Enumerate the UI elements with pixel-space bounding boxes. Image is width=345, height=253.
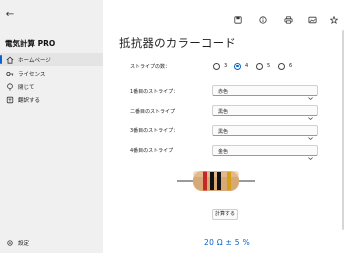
- info-icon: [5, 82, 14, 91]
- save-icon: [234, 9, 242, 28]
- star-icon: [329, 9, 339, 28]
- info-icon: [259, 9, 267, 28]
- scrollbar[interactable]: [342, 30, 344, 230]
- chevron-down-icon: [307, 87, 314, 101]
- resistor-illustration: [177, 167, 255, 195]
- band-4: [227, 172, 231, 190]
- stripe-radio-6[interactable]: 6: [278, 61, 292, 71]
- stripe-2-label: 二番目のストライプ: [130, 109, 176, 115]
- stripe-radio-5[interactable]: 5: [256, 61, 270, 71]
- radio-label: 4: [245, 63, 249, 69]
- favorite-button[interactable]: [328, 12, 340, 24]
- stripe-3-label: 3番目のストライプ：: [130, 128, 179, 134]
- print-icon: [284, 9, 293, 28]
- stripe-4-select[interactable]: 金色: [212, 145, 318, 161]
- stripe-radio-4[interactable]: 4: [234, 61, 248, 71]
- sidebar-item-translate[interactable]: 翻訳する: [0, 93, 103, 106]
- band-3: [217, 172, 221, 190]
- sidebar: ← 電気計算 PRO ホームページ ライセンス 閉じて 翻訳する 設定: [0, 0, 103, 253]
- back-button[interactable]: ←: [3, 8, 17, 22]
- settings-label: 設定: [18, 241, 30, 247]
- band-1: [203, 171, 207, 191]
- sidebar-item-label: ライセンス: [18, 71, 46, 78]
- chevron-down-icon: [307, 107, 314, 121]
- stripe-3-select[interactable]: 黒色: [212, 125, 318, 141]
- sidebar-item-close[interactable]: 閉じて: [0, 80, 103, 93]
- radio-circle-selected: [234, 62, 241, 70]
- key-icon: [5, 69, 14, 78]
- chevron-down-icon: [307, 127, 314, 141]
- info-button[interactable]: [257, 12, 269, 24]
- stripe-1-select[interactable]: 赤色: [212, 85, 318, 101]
- app-title: 電気計算 PRO: [5, 39, 56, 48]
- gear-icon: [5, 239, 14, 248]
- page-title: 抵抗器のカラーコード: [119, 36, 236, 50]
- globe-icon: [5, 95, 14, 104]
- sidebar-item-license[interactable]: ライセンス: [0, 67, 103, 80]
- band-2: [210, 172, 214, 190]
- sidebar-item-settings[interactable]: 設定: [0, 237, 103, 249]
- select-value: 黒色: [218, 129, 229, 135]
- chevron-down-icon: [307, 147, 314, 161]
- image-button[interactable]: [306, 12, 318, 24]
- image-icon: [308, 9, 317, 28]
- calculate-button[interactable]: 計算する: [212, 209, 238, 220]
- app-window: ← 電気計算 PRO ホームページ ライセンス 閉じて 翻訳する 設定 抵抗器の…: [0, 0, 345, 253]
- radio-label: 3: [224, 63, 228, 69]
- stripe-1-label: 1番目のストライプ：: [130, 89, 179, 95]
- radio-circle: [278, 62, 285, 70]
- sidebar-item-label: 翻訳する: [18, 97, 41, 104]
- print-button[interactable]: [282, 12, 294, 24]
- select-value: 金色: [218, 149, 229, 155]
- result-value: 20 Ω ± 5 %: [204, 238, 250, 247]
- stripe-4-label: 4番目のストライプ: [130, 148, 174, 154]
- select-value: 赤色: [218, 89, 229, 95]
- stripe-count-label: ストライプの数：: [130, 64, 171, 70]
- radio-circle: [256, 62, 263, 70]
- stripe-2-select[interactable]: 黒色: [212, 105, 318, 121]
- save-button[interactable]: [232, 12, 244, 24]
- radio-label: 5: [267, 63, 271, 69]
- select-value: 黒色: [218, 109, 229, 115]
- stripe-radio-3[interactable]: 3: [213, 61, 227, 71]
- sidebar-item-label: 閉じて: [18, 84, 35, 91]
- home-icon: [5, 55, 14, 64]
- sidebar-item-home[interactable]: ホームページ: [0, 53, 103, 66]
- radio-circle: [213, 62, 220, 70]
- radio-label: 6: [289, 63, 293, 69]
- sidebar-item-label: ホームページ: [18, 57, 51, 64]
